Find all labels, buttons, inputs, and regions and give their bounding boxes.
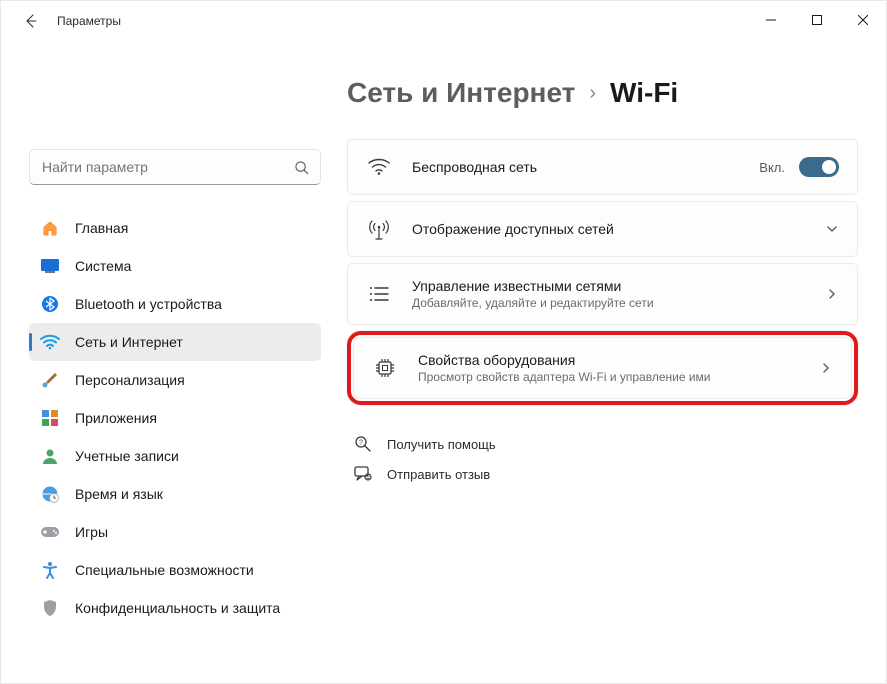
settings-window: Параметры Главная Система bbox=[0, 0, 887, 684]
highlight-hardware-properties: Свойства оборудования Просмотр свойств а… bbox=[347, 331, 858, 405]
list-icon bbox=[366, 281, 392, 307]
sidebar: Главная Система Bluetooth и устройства С… bbox=[29, 41, 321, 683]
antenna-icon bbox=[366, 216, 392, 242]
card-title: Отображение доступных сетей bbox=[412, 221, 825, 237]
card-subtitle: Добавляйте, удаляйте и редактируйте сети bbox=[412, 296, 825, 310]
sidebar-item-label: Главная bbox=[75, 220, 128, 236]
nav-list: Главная Система Bluetooth и устройства С… bbox=[29, 209, 321, 627]
sidebar-item-network[interactable]: Сеть и Интернет bbox=[29, 323, 321, 361]
maximize-button[interactable] bbox=[794, 1, 840, 39]
sidebar-item-label: Время и язык bbox=[75, 486, 163, 502]
sidebar-item-label: Игры bbox=[75, 524, 108, 540]
main-content: Сеть и Интернет › Wi-Fi Беспроводная сет… bbox=[321, 41, 858, 683]
back-button[interactable] bbox=[15, 5, 47, 37]
app-title: Параметры bbox=[57, 14, 121, 28]
help-icon: ? bbox=[353, 434, 373, 454]
sidebar-item-label: Конфиденциальность и защита bbox=[75, 600, 280, 616]
sidebar-item-system[interactable]: Система bbox=[29, 247, 321, 285]
sidebar-item-time-language[interactable]: Время и язык bbox=[29, 475, 321, 513]
sidebar-item-label: Персонализация bbox=[75, 372, 185, 388]
apps-icon bbox=[39, 407, 61, 429]
card-title: Беспроводная сеть bbox=[412, 159, 759, 175]
card-title: Свойства оборудования bbox=[418, 352, 819, 368]
bluetooth-icon bbox=[39, 293, 61, 315]
breadcrumb: Сеть и Интернет › Wi-Fi bbox=[347, 77, 858, 109]
link-get-help[interactable]: ? Получить помощь bbox=[347, 429, 858, 459]
sidebar-item-home[interactable]: Главная bbox=[29, 209, 321, 247]
card-subtitle: Просмотр свойств адаптера Wi-Fi и управл… bbox=[418, 370, 819, 384]
time-language-icon bbox=[39, 483, 61, 505]
accessibility-icon bbox=[39, 559, 61, 581]
card-title: Управление известными сетями bbox=[412, 278, 825, 294]
chevron-right-icon: › bbox=[589, 82, 596, 105]
sidebar-item-privacy[interactable]: Конфиденциальность и защита bbox=[29, 589, 321, 627]
chip-icon bbox=[372, 355, 398, 381]
card-known-networks[interactable]: Управление известными сетями Добавляйте,… bbox=[347, 263, 858, 325]
sidebar-item-gaming[interactable]: Игры bbox=[29, 513, 321, 551]
sidebar-item-accessibility[interactable]: Специальные возможности bbox=[29, 551, 321, 589]
sidebar-item-label: Учетные записи bbox=[75, 448, 179, 464]
card-wireless[interactable]: Беспроводная сеть Вкл. bbox=[347, 139, 858, 195]
svg-text:?: ? bbox=[359, 440, 363, 447]
link-feedback[interactable]: Отправить отзыв bbox=[347, 459, 858, 489]
link-label: Отправить отзыв bbox=[387, 467, 490, 482]
sidebar-item-label: Система bbox=[75, 258, 131, 274]
accounts-icon bbox=[39, 445, 61, 467]
feedback-icon bbox=[353, 464, 373, 484]
chevron-right-icon bbox=[825, 287, 839, 301]
title-bar: Параметры bbox=[1, 1, 886, 41]
sidebar-item-bluetooth[interactable]: Bluetooth и устройства bbox=[29, 285, 321, 323]
sidebar-item-personalization[interactable]: Персонализация bbox=[29, 361, 321, 399]
system-icon bbox=[39, 255, 61, 277]
card-available-networks[interactable]: Отображение доступных сетей bbox=[347, 201, 858, 257]
sidebar-item-label: Специальные возможности bbox=[75, 562, 254, 578]
search-box[interactable] bbox=[29, 149, 321, 185]
sidebar-item-label: Сеть и Интернет bbox=[75, 334, 183, 350]
chevron-down-icon bbox=[825, 222, 839, 236]
sidebar-item-accounts[interactable]: Учетные записи bbox=[29, 437, 321, 475]
search-icon bbox=[292, 158, 310, 176]
minimize-button[interactable] bbox=[748, 1, 794, 39]
chevron-right-icon bbox=[819, 361, 833, 375]
search-input[interactable] bbox=[40, 158, 292, 176]
breadcrumb-parent[interactable]: Сеть и Интернет bbox=[347, 77, 575, 109]
sidebar-item-apps[interactable]: Приложения bbox=[29, 399, 321, 437]
breadcrumb-current: Wi-Fi bbox=[610, 77, 678, 109]
brush-icon bbox=[39, 369, 61, 391]
gaming-icon bbox=[39, 521, 61, 543]
wifi-icon bbox=[39, 331, 61, 353]
home-icon bbox=[39, 217, 61, 239]
window-controls bbox=[748, 1, 886, 39]
toggle-state-label: Вкл. bbox=[759, 160, 785, 175]
link-label: Получить помощь bbox=[387, 437, 496, 452]
sidebar-item-label: Bluetooth и устройства bbox=[75, 296, 222, 312]
wireless-toggle[interactable] bbox=[799, 157, 839, 177]
privacy-icon bbox=[39, 597, 61, 619]
close-button[interactable] bbox=[840, 1, 886, 39]
card-hardware-properties[interactable]: Свойства оборудования Просмотр свойств а… bbox=[353, 337, 852, 399]
footer-links: ? Получить помощь Отправить отзыв bbox=[347, 429, 858, 489]
sidebar-item-label: Приложения bbox=[75, 410, 157, 426]
wifi-icon bbox=[366, 154, 392, 180]
